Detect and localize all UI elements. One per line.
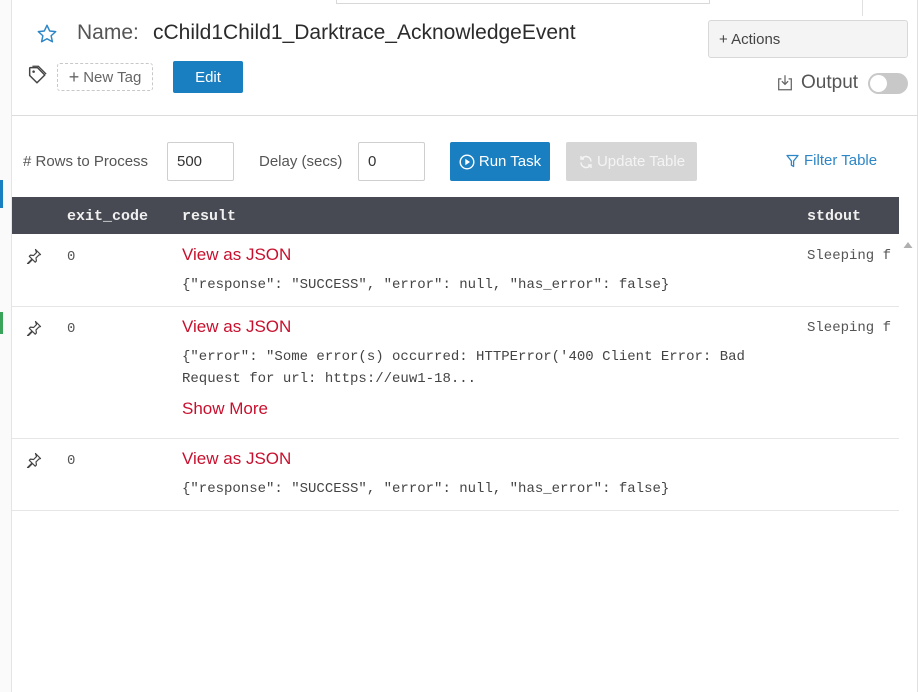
divider xyxy=(862,0,863,16)
pin-icon[interactable] xyxy=(26,320,42,336)
run-task-label: Run Task xyxy=(478,153,542,170)
play-icon xyxy=(459,153,475,170)
star-icon[interactable] xyxy=(36,23,58,45)
left-panel-edge xyxy=(0,0,12,692)
filter-table-button[interactable]: Filter Table xyxy=(786,152,877,169)
exit-code-cell: 0 xyxy=(67,453,76,469)
edit-button[interactable]: Edit xyxy=(173,61,243,93)
header-divider xyxy=(12,115,918,116)
update-table-label: Update Table xyxy=(596,153,686,170)
new-tag-label: New Tag xyxy=(83,68,142,86)
download-icon xyxy=(778,75,792,91)
result-cell: {"error": "Some error(s) occurred: HTTPE… xyxy=(182,349,745,387)
table-row: 0 View as JSON {"response": "SUCCESS", "… xyxy=(12,234,899,307)
delay-input[interactable] xyxy=(358,142,425,181)
view-as-json-link[interactable]: View as JSON xyxy=(182,449,291,469)
column-header-stdout[interactable]: stdout xyxy=(807,208,861,225)
toggle-knob xyxy=(870,75,887,92)
exit-code-cell: 0 xyxy=(67,321,76,337)
pin-icon[interactable] xyxy=(26,248,42,264)
top-tab xyxy=(336,0,710,4)
column-header-result[interactable]: result xyxy=(182,208,236,225)
exit-code-cell: 0 xyxy=(67,249,76,265)
filter-table-label: Filter Table xyxy=(804,152,878,169)
output-toggle[interactable] xyxy=(868,73,908,94)
task-name: cChild1Child1_Darktrace_AcknowledgeEvent xyxy=(153,21,576,44)
tag-icon[interactable] xyxy=(26,64,48,86)
refresh-icon xyxy=(580,155,592,168)
column-header-exit-code[interactable]: exit_code xyxy=(67,208,148,225)
stdout-cell: Sleeping f xyxy=(807,320,892,336)
result-cell: {"response": "SUCCESS", "error": null, "… xyxy=(182,277,670,293)
name-label: Name: xyxy=(77,21,139,44)
delay-label: Delay (secs) xyxy=(259,153,343,170)
result-cell: {"response": "SUCCESS", "error": null, "… xyxy=(182,481,670,497)
table-row: 0 View as JSON {"response": "SUCCESS", "… xyxy=(12,439,899,511)
view-as-json-link[interactable]: View as JSON xyxy=(182,245,291,265)
update-table-button[interactable]: Update Table xyxy=(566,142,697,181)
table-header: exit_code result stdout xyxy=(12,197,899,234)
output-label: Output xyxy=(801,72,859,93)
rows-to-process-label: # Rows to Process xyxy=(23,153,149,170)
run-task-button[interactable]: Run Task xyxy=(450,142,550,181)
show-more-link[interactable]: Show More xyxy=(182,399,268,419)
table-row: 0 View as JSON {"error": "Some error(s) … xyxy=(12,307,899,439)
rows-to-process-input[interactable] xyxy=(167,142,234,181)
stdout-cell: Sleeping f xyxy=(807,248,892,264)
plus-icon: + xyxy=(68,67,80,87)
left-panel-marker xyxy=(0,180,3,208)
new-tag-button[interactable]: + New Tag xyxy=(57,63,153,91)
pin-icon[interactable] xyxy=(26,452,42,468)
left-panel-marker xyxy=(0,312,3,334)
filter-icon xyxy=(786,154,799,167)
view-as-json-link[interactable]: View as JSON xyxy=(182,317,291,337)
scroll-up-arrow[interactable] xyxy=(902,240,914,250)
actions-button[interactable]: + Actions xyxy=(708,20,908,58)
